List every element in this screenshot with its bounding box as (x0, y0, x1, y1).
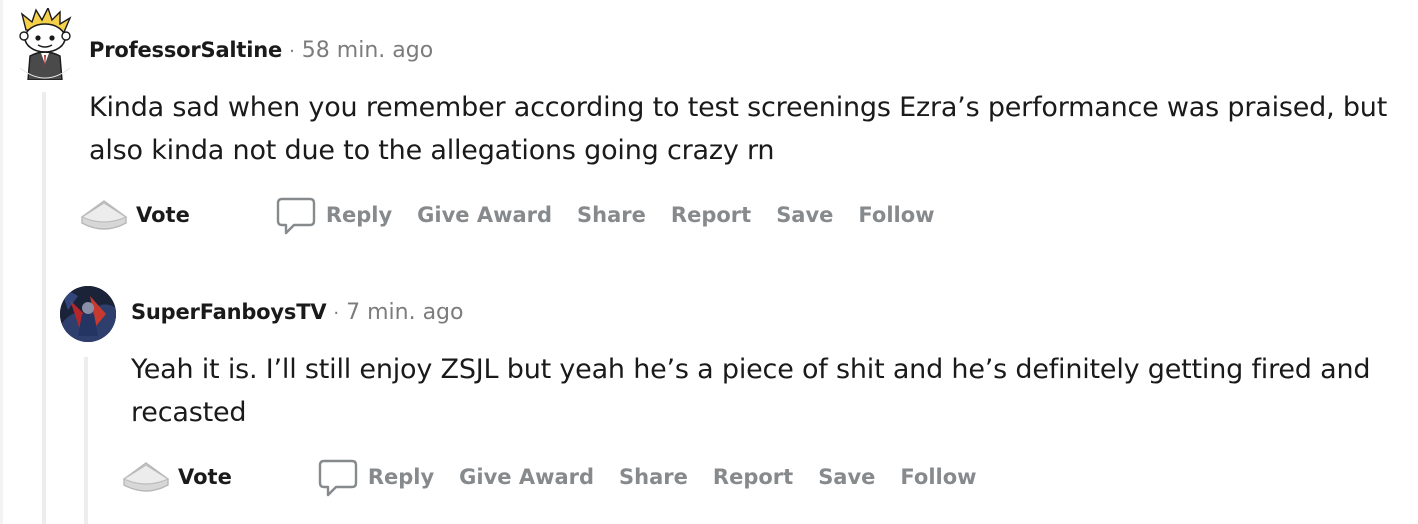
comment-thread: ProfessorSaltine · 58 min. ago Kinda sad… (0, 0, 1418, 524)
comment-actions: Vote Reply Give Award Share Report Save … (122, 457, 1002, 497)
follow-button[interactable]: Follow (900, 465, 976, 489)
give-award-button[interactable]: Give Award (417, 203, 552, 227)
report-button[interactable]: Report (671, 203, 751, 227)
share-button[interactable]: Share (577, 203, 646, 227)
reply-button[interactable]: Reply (326, 203, 392, 227)
comment-bubble-icon[interactable] (276, 195, 316, 235)
avatar[interactable] (60, 286, 116, 342)
comment-body: Kinda sad when you remember according to… (89, 92, 1388, 166)
username[interactable]: ProfessorSaltine (89, 38, 282, 62)
separator-dot: · (289, 41, 295, 62)
comment-meta: SuperFanboysTV · 7 min. ago (131, 300, 463, 325)
save-button[interactable]: Save (818, 465, 875, 489)
separator-dot: · (333, 303, 340, 324)
comment-meta: ProfessorSaltine · 58 min. ago (89, 38, 433, 63)
vote-label: Vote (136, 203, 190, 227)
vote-label: Vote (178, 465, 232, 489)
share-button[interactable]: Share (619, 465, 688, 489)
page-edge (0, 0, 3, 524)
save-button[interactable]: Save (776, 203, 833, 227)
upvote-arrow-icon[interactable] (122, 457, 170, 497)
comment-bubble-icon[interactable] (318, 457, 358, 497)
upvote-arrow-icon[interactable] (80, 195, 128, 235)
timestamp[interactable]: 7 min. ago (346, 300, 463, 325)
thread-line-level-1[interactable] (42, 92, 46, 524)
comment-actions: Vote Reply Give Award Share Report Save … (80, 195, 960, 235)
username[interactable]: SuperFanboysTV (131, 300, 327, 324)
comment-body: Yeah it is. I’ll still enjoy ZSJL but ye… (131, 354, 1371, 428)
user-avatar-image-icon (60, 286, 116, 342)
timestamp[interactable]: 58 min. ago (302, 38, 433, 63)
thread-line-level-2[interactable] (84, 357, 88, 524)
reply-button[interactable]: Reply (368, 465, 434, 489)
give-award-button[interactable]: Give Award (459, 465, 594, 489)
snoo-avatar-icon (19, 8, 72, 80)
follow-button[interactable]: Follow (858, 203, 934, 227)
report-button[interactable]: Report (713, 465, 793, 489)
avatar[interactable] (14, 8, 76, 80)
